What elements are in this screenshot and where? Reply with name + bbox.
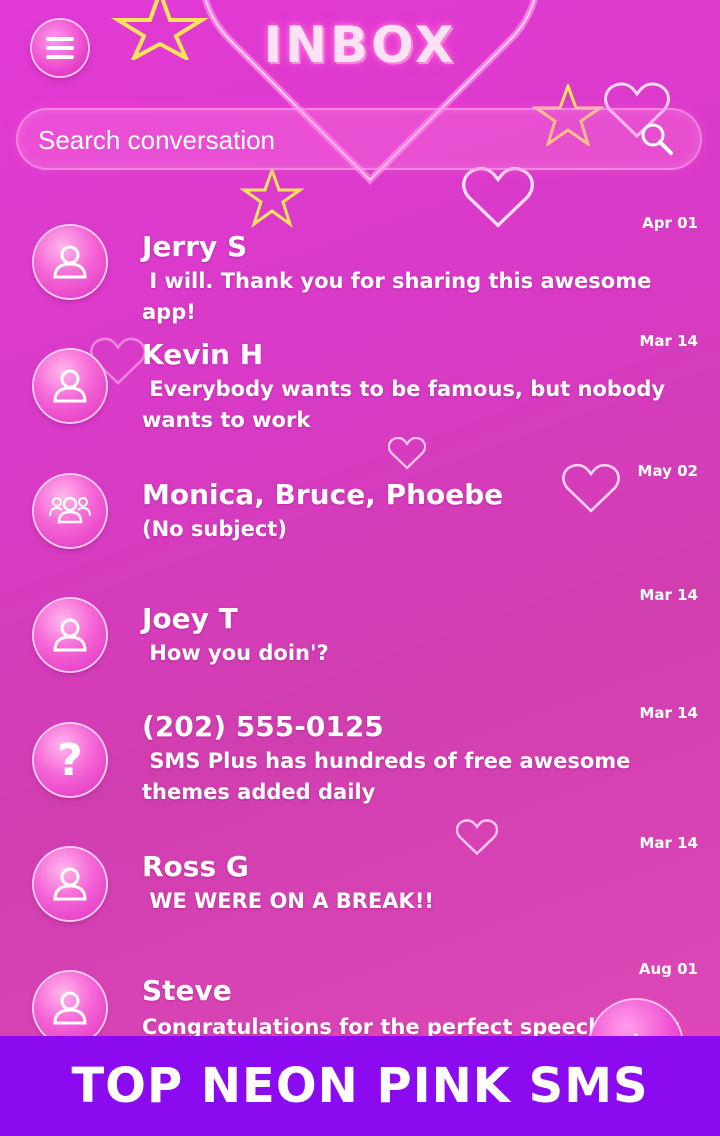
avatar — [34, 350, 106, 422]
contact-name: Kevin H — [142, 338, 264, 371]
search-input[interactable]: Search conversation — [38, 125, 275, 156]
avatar — [34, 226, 106, 298]
question-icon: ? — [57, 734, 83, 786]
message-date: Mar 14 — [639, 332, 698, 350]
message-date: Mar 14 — [639, 834, 698, 852]
conversation-row[interactable]: ? (202) 555-0125 SMS Plus has hundreds o… — [0, 704, 720, 824]
message-snippet: SMS Plus has hundreds of free awesome th… — [142, 749, 638, 804]
avatar — [34, 848, 106, 920]
contact-name: Ross G — [142, 850, 249, 883]
avatar — [34, 599, 106, 671]
search-bar[interactable]: Search conversation — [18, 110, 700, 168]
group-icon — [49, 496, 91, 524]
message-snippet: How you doin'? — [142, 641, 329, 665]
person-icon — [53, 618, 87, 652]
message-date: Aug 01 — [638, 960, 698, 978]
avatar: ? — [34, 724, 106, 796]
conversation-row[interactable]: Joey T How you doin'? Mar 14 — [0, 584, 720, 704]
message-date: Mar 14 — [639, 704, 698, 722]
promo-banner: TOP NEON PINK SMS — [0, 1036, 720, 1136]
page-title: INBOX — [263, 16, 457, 74]
person-icon — [53, 369, 87, 403]
person-icon — [53, 867, 87, 901]
contact-name: Steve — [142, 974, 232, 1007]
message-snippet: (No subject) — [142, 517, 287, 541]
contact-name: Joey T — [142, 602, 238, 635]
person-icon — [53, 245, 87, 279]
message-snippet: Everybody wants to be famous, but nobody… — [142, 377, 673, 432]
conversation-row[interactable]: Monica, Bruce, Phoebe (No subject) May 0… — [0, 462, 720, 592]
contact-name: (202) 555-0125 — [142, 710, 384, 743]
conversation-row[interactable]: Kevin H Everybody wants to be famous, bu… — [0, 332, 720, 452]
contact-name: Jerry S — [142, 230, 248, 263]
conversation-row[interactable]: Jerry S I will. Thank you for sharing th… — [0, 208, 720, 328]
person-icon — [53, 991, 87, 1025]
message-date: May 02 — [637, 462, 698, 480]
message-snippet: WE WERE ON A BREAK!! — [142, 889, 434, 913]
message-date: Apr 01 — [642, 214, 698, 232]
search-icon[interactable] — [640, 122, 674, 156]
avatar — [34, 972, 106, 1044]
message-snippet: I will. Thank you for sharing this aweso… — [142, 269, 659, 324]
avatar — [34, 475, 106, 547]
message-date: Mar 14 — [639, 586, 698, 604]
conversation-row[interactable]: Ross G WE WERE ON A BREAK!! Mar 14 — [0, 834, 720, 960]
contact-name: Monica, Bruce, Phoebe — [142, 478, 504, 511]
